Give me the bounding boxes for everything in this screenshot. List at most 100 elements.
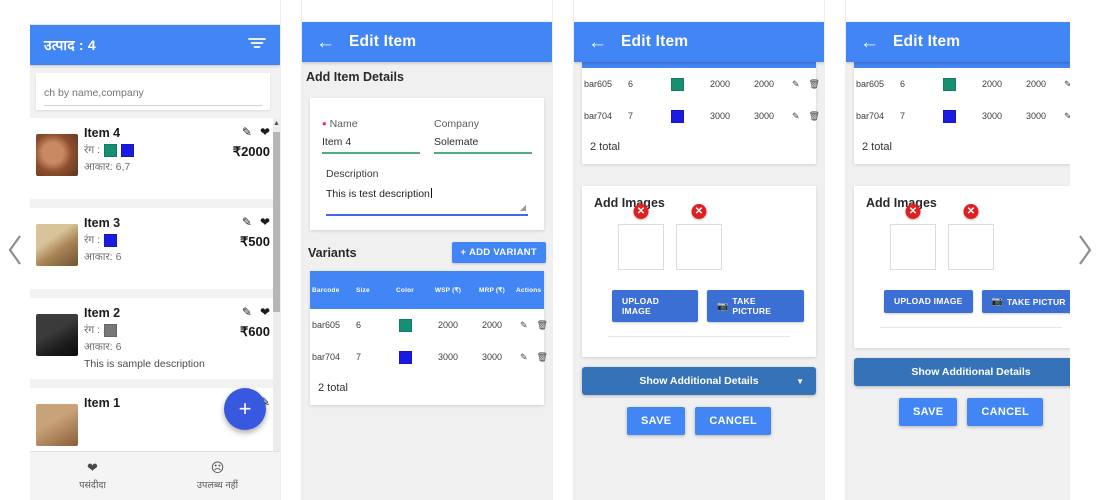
edit-form-scroll[interactable]: bar605 6 2000 2000 ✎ bar704 7 3000 3000 … (846, 62, 1070, 500)
save-button[interactable]: SAVE (899, 398, 958, 426)
pencil-icon[interactable]: ✎ (242, 306, 252, 318)
close-circle-icon[interactable]: ✕ (691, 204, 707, 219)
image-item: ✕ (890, 204, 936, 270)
trash-icon[interactable]: 🗑 (537, 320, 548, 331)
show-additional-details-button[interactable]: Show Additional Details (854, 358, 1070, 386)
upload-image-button[interactable]: UPLOAD IMAGE (884, 290, 973, 313)
color-swatch (942, 109, 956, 123)
list-item[interactable]: Item 2 रंग : आकार: 6 This is sample desc… (30, 298, 280, 379)
heart-icon[interactable]: ❤ (260, 126, 270, 138)
column-header-mrp: MRP (₹) (479, 287, 505, 294)
image-thumbnail[interactable] (618, 224, 664, 270)
carousel-next-button[interactable] (1070, 0, 1100, 500)
table-row[interactable]: bar704 7 3000 3000 ✎ (854, 100, 1070, 132)
column-header-actions: Actions (516, 286, 542, 294)
image-thumbnail[interactable] (676, 224, 722, 270)
product-name: Item 3 (84, 216, 121, 230)
add-item-fab[interactable]: + (224, 388, 266, 430)
scrollbar-thumb[interactable] (273, 132, 280, 312)
pencil-icon[interactable]: ✎ (520, 352, 528, 363)
table-row[interactable]: bar605 6 2000 2000 ✎ 🗑 (310, 309, 548, 341)
close-circle-icon[interactable]: ✕ (905, 204, 921, 219)
edit-form-scroll[interactable]: bar605 6 2000 2000 ✎ 🗑 bar704 7 3000 300… (574, 62, 824, 500)
heart-icon[interactable]: ❤ (260, 306, 270, 318)
variants-table: Barcode Size Color WSP (₹) MRP (₹) Actio… (310, 271, 548, 405)
take-picture-button[interactable]: 📷 TAKE PICTURE (706, 290, 804, 322)
cell-mrp: 3000 (1025, 111, 1047, 121)
save-button[interactable]: SAVE (627, 407, 686, 435)
table-row[interactable]: bar704 7 3000 3000 ✎ 🗑 (310, 341, 548, 373)
arrow-left-icon[interactable]: ← (316, 33, 335, 52)
description-label: Description (326, 168, 379, 180)
pencil-icon[interactable]: ✎ (242, 126, 252, 138)
add-variant-button[interactable]: + ADD VARIANT (451, 242, 546, 263)
bottom-nav-label: उपलब्ध नहीं (196, 480, 239, 491)
cancel-button[interactable]: CANCEL (695, 407, 771, 435)
cell-size: 6 (900, 79, 906, 89)
pencil-icon[interactable]: ✎ (520, 320, 528, 331)
edit-item-appbar: ← Edit Item (846, 22, 1070, 62)
close-circle-icon[interactable]: ✕ (633, 204, 649, 219)
table-row[interactable]: bar605 6 2000 2000 ✎ 🗑 (582, 68, 820, 100)
pencil-icon[interactable]: ✎ (242, 216, 252, 228)
product-size: आकार: 6 (84, 341, 122, 353)
product-color-row: रंग : (84, 323, 236, 337)
page-title: Edit Item (621, 33, 689, 50)
image-thumbnail[interactable] (948, 224, 994, 270)
company-field[interactable]: Solemate (434, 130, 532, 154)
name-field[interactable]: Item 4 (322, 130, 420, 154)
close-circle-icon[interactable]: ✕ (963, 204, 979, 219)
product-thumbnail (36, 134, 78, 176)
filter-icon[interactable] (248, 36, 266, 55)
heart-icon[interactable]: ❤ (260, 216, 270, 228)
list-item[interactable]: Item 4 रंग : आकार: 6,7 ✎ ❤ ₹2000 (30, 118, 280, 199)
arrow-left-icon[interactable]: ← (588, 33, 607, 52)
bottom-nav-favourites[interactable]: ❤ पसंदीदा (30, 461, 155, 492)
image-item: ✕ (948, 204, 994, 270)
trash-icon[interactable]: 🗑 (809, 79, 820, 90)
pencil-icon[interactable]: ✎ (792, 79, 800, 90)
table-row[interactable]: bar605 6 2000 2000 ✎ (854, 68, 1070, 100)
trash-icon[interactable]: 🗑 (537, 352, 548, 363)
pencil-icon[interactable]: ✎ (1064, 111, 1070, 122)
pencil-icon[interactable]: ✎ (1064, 79, 1070, 90)
edit-form-scroll[interactable]: Add Item Details • Name Item 4 Company S… (302, 62, 552, 500)
color-label: रंग : (84, 144, 101, 156)
cell-mrp: 2000 (753, 79, 775, 89)
color-swatch (104, 323, 118, 337)
column-header-barcode: Barcode (312, 286, 340, 294)
color-swatch (398, 350, 412, 364)
resize-grip-icon[interactable]: ◢ (520, 203, 526, 212)
list-scrollbar[interactable]: ▲ ▼ (273, 118, 280, 470)
show-additional-details-label: Show Additional Details (911, 366, 1031, 378)
product-name: Item 4 (84, 126, 121, 140)
take-picture-button[interactable]: 📷 TAKE PICTUR (981, 290, 1070, 313)
chevron-right-icon (1076, 233, 1094, 267)
color-swatch (104, 143, 118, 157)
description-field[interactable]: This is test description ◢ (326, 180, 528, 216)
cell-size: 6 (628, 79, 634, 89)
search-input[interactable] (44, 85, 262, 106)
bottom-nav-label: पसंदीदा (79, 480, 106, 491)
name-label: Name (329, 118, 358, 130)
variants-table: bar605 6 2000 2000 ✎ 🗑 bar704 7 3000 300… (582, 62, 820, 164)
variants-title: Variants (308, 245, 357, 260)
scroll-up-arrow[interactable]: ▲ (273, 120, 280, 127)
carousel-prev-button[interactable] (0, 0, 30, 500)
show-additional-details-button[interactable]: Show Additional Details ▼ (582, 367, 816, 395)
list-item[interactable]: Item 3 रंग : आकार: 6 ✎ ❤ ₹500 (30, 208, 280, 289)
trash-icon[interactable]: 🗑 (809, 111, 820, 122)
image-thumbnail[interactable] (890, 224, 936, 270)
panel-product-list: उत्पाद : 4 Item 4 रंग : (30, 0, 280, 500)
pencil-icon[interactable]: ✎ (792, 111, 800, 122)
cancel-button[interactable]: CANCEL (967, 398, 1043, 426)
bottom-nav-unavailable[interactable]: ☹ उपलब्ध नहीं (155, 461, 280, 492)
table-row[interactable]: bar704 7 3000 3000 ✎ 🗑 (582, 100, 820, 132)
arrow-left-icon[interactable]: ← (860, 33, 879, 52)
take-picture-label: TAKE PICTUR (1006, 296, 1066, 307)
page-title: Edit Item (893, 33, 961, 50)
company-field-group: Company Solemate (434, 118, 532, 154)
cell-color (928, 77, 970, 91)
upload-image-button[interactable]: UPLOAD IMAGE (612, 290, 698, 322)
